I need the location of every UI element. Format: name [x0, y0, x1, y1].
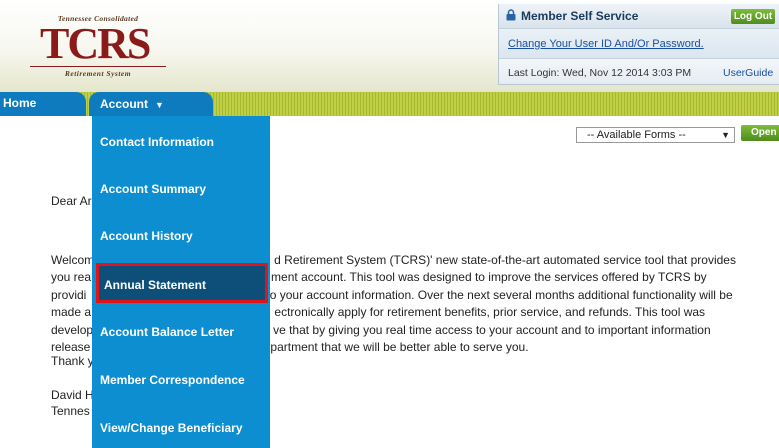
mss-change-row: Change Your User ID And/Or Password. [499, 29, 779, 59]
last-login-text: Last Login: Wed, Nov 12 2014 3:03 PM [508, 67, 692, 79]
signature-title: Tennes [51, 404, 90, 418]
menu-item-label: Member Correspondence [100, 373, 245, 387]
menu-item-contact-information[interactable]: Contact Information [92, 116, 270, 163]
chevron-down-icon: ▼ [155, 100, 164, 110]
menu-item-label: View/Change Beneficiary [100, 421, 243, 435]
lock-icon [506, 9, 516, 21]
logo-mark: TCRS [40, 22, 160, 66]
open-form-button[interactable]: Open [741, 125, 779, 141]
menu-item-account-summary[interactable]: Account Summary [92, 163, 270, 210]
change-credentials-link[interactable]: Change Your User ID And/Or Password. [508, 38, 704, 50]
menu-item-annual-statement[interactable]: Annual Statement [96, 263, 268, 303]
nav-account-label: Account [100, 97, 148, 111]
thanks-text: Thank y [51, 354, 94, 368]
logo-mark-text: TCRS [40, 19, 151, 68]
mss-title: Member Self Service [521, 9, 639, 23]
logout-button[interactable]: Log Out [731, 9, 775, 24]
available-forms-select[interactable]: -- Available Forms -- ▼ [576, 127, 735, 143]
menu-item-label: Account Balance Letter [100, 325, 235, 339]
mss-login-row: Last Login: Wed, Nov 12 2014 3:03 PM Use… [499, 59, 779, 84]
logo-bottom-text: Retirement System [30, 66, 166, 78]
menu-item-label: Account History [100, 229, 193, 243]
menu-item-member-correspondence[interactable]: Member Correspondence [92, 354, 270, 401]
nav-home-label: Home [3, 96, 37, 110]
dropdown-arrow-icon: ▼ [721, 130, 730, 140]
account-dropdown-menu: Contact Information Account Summary Acco… [92, 116, 270, 448]
menu-item-label: Contact Information [100, 135, 214, 149]
page-header: Tennessee Consolidated TCRS Retirement S… [0, 0, 779, 92]
menu-item-label: Annual Statement [104, 278, 207, 292]
member-self-service-panel: Member Self Service Log Out Change Your … [498, 4, 779, 85]
greeting: Dear Ar [51, 194, 92, 208]
nav-home-tab[interactable]: Home [0, 92, 86, 116]
user-guide-link[interactable]: UserGuide [723, 67, 773, 79]
signature-name: David H [51, 388, 94, 402]
available-forms-value: -- Available Forms -- [587, 129, 686, 141]
mss-title-row: Member Self Service Log Out [499, 4, 779, 29]
menu-item-account-history[interactable]: Account History [92, 210, 270, 257]
menu-item-account-balance-letter[interactable]: Account Balance Letter [92, 306, 270, 353]
menu-item-label: Account Summary [100, 182, 207, 196]
nav-account-tab[interactable]: Account ▼ [89, 92, 213, 116]
tcrs-logo[interactable]: Tennessee Consolidated TCRS Retirement S… [30, 14, 166, 78]
menu-item-view-change-beneficiary[interactable]: View/Change Beneficiary [92, 402, 270, 448]
